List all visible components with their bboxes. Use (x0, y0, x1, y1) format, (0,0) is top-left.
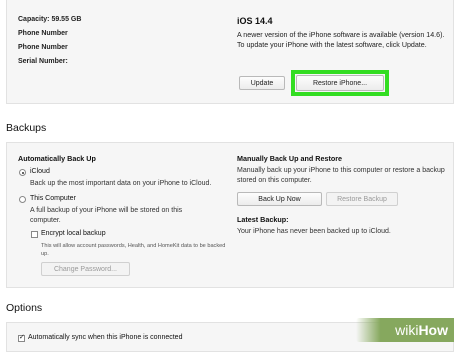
ios-version: iOS 14.4 (237, 16, 273, 26)
manual-backup-description: Manually back up your iPhone to this com… (237, 167, 445, 184)
backups-section-title: Backups (6, 122, 47, 134)
phone-number-label-2: Phone Number (18, 44, 68, 51)
restore-backup-button[interactable]: Restore Backup (326, 192, 398, 206)
ios-update-description: A newer version of the iPhone software i… (237, 31, 445, 49)
this-computer-radio[interactable] (19, 196, 26, 203)
device-summary-panel: Capacity: 59.55 GB Phone Number Phone Nu… (6, 0, 454, 104)
phone-number-label-1: Phone Number (18, 30, 68, 37)
backups-panel: Automatically Back Up iCloud Back up the… (6, 142, 454, 288)
encrypt-label[interactable]: Encrypt local backup (41, 229, 106, 239)
options-section-title: Options (6, 302, 43, 314)
auto-backup-heading: Automatically Back Up (18, 154, 96, 163)
auto-sync-label[interactable]: Automatically sync when this iPhone is c… (28, 333, 182, 343)
change-password-button[interactable]: Change Password... (41, 262, 130, 276)
this-computer-description: A full backup of your iPhone will be sto… (30, 207, 183, 224)
restore-iphone-button[interactable]: Restore iPhone... (296, 75, 384, 91)
auto-sync-checkbox[interactable] (18, 333, 25, 342)
latest-backup-description: Your iPhone has never been backed up to … (237, 228, 391, 235)
icloud-label[interactable]: iCloud (30, 167, 50, 177)
update-button[interactable]: Update (239, 76, 285, 90)
back-up-now-button[interactable]: Back Up Now (237, 192, 322, 206)
encrypt-checkbox[interactable] (31, 231, 38, 238)
manual-backup-heading: Manually Back Up and Restore (237, 154, 343, 163)
this-computer-label[interactable]: This Computer (30, 194, 76, 204)
serial-number-label: Serial Number: (18, 58, 68, 65)
capacity-label: Capacity: 59.55 GB (18, 16, 82, 23)
encrypt-description: This will allow account passwords, Healt… (41, 243, 226, 257)
latest-backup-heading: Latest Backup: (237, 215, 289, 224)
icloud-description: Back up the most important data on your … (30, 180, 212, 187)
wikihow-watermark: wikiHow (356, 318, 454, 342)
icloud-radio[interactable] (19, 169, 26, 176)
